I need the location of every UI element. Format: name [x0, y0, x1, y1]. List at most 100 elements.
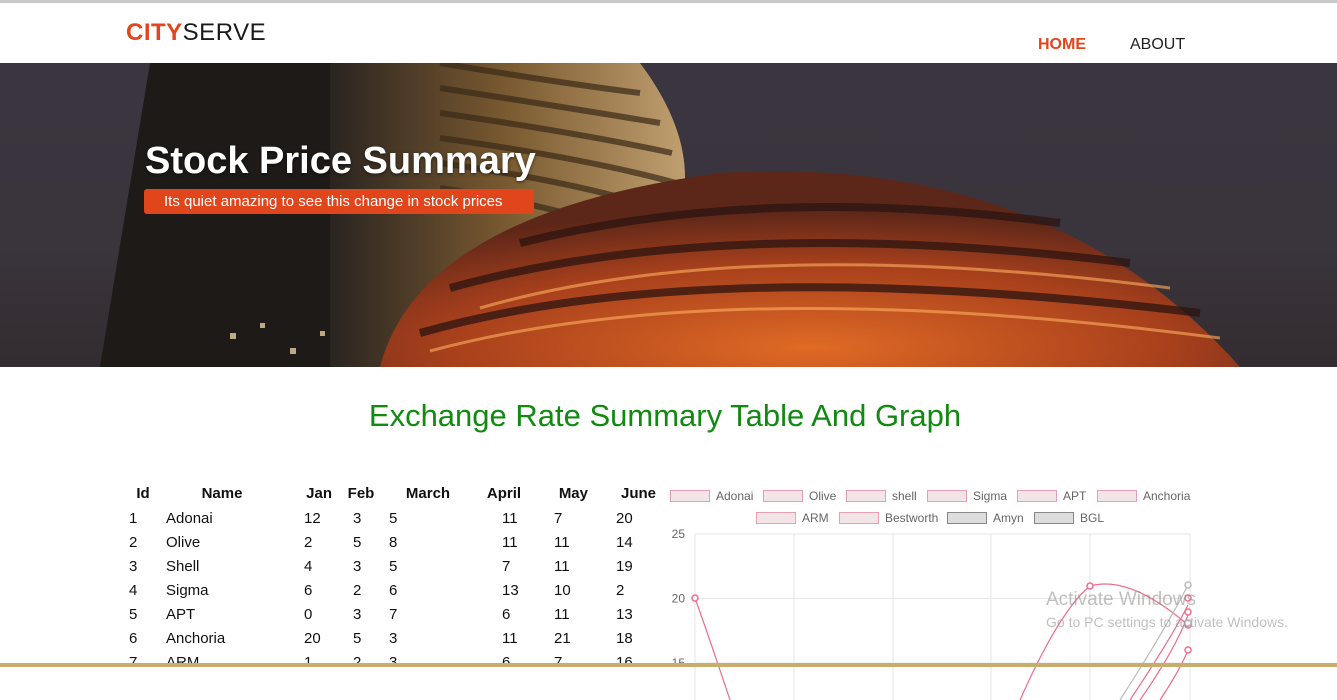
table-cell: APT [166, 605, 196, 623]
y-tick-label: 25 [672, 527, 686, 541]
table-cell: 7 [129, 653, 138, 671]
table-row: 5 APT 0 3 7 6 11 13 [120, 602, 656, 626]
table-cell: 3 [353, 605, 362, 623]
legend-item[interactable]: APT [1017, 489, 1086, 503]
table-cell: 2 [304, 533, 313, 551]
legend-item[interactable]: Olive [763, 489, 836, 503]
table-cell: 12 [304, 509, 321, 527]
table-row: 1 Adonai 12 3 5 11 7 20 [120, 506, 656, 530]
table-cell: 13 [616, 605, 633, 623]
table-cell: 4 [129, 581, 138, 599]
col-header: Name [201, 484, 243, 502]
table-cell: 7 [554, 509, 563, 527]
table-cell: 21 [554, 629, 571, 647]
table-cell: 5 [129, 605, 138, 623]
table-cell: 3 [353, 509, 362, 527]
col-header: April [486, 484, 522, 502]
table-cell: 5 [389, 557, 398, 575]
table-cell: ARM [166, 653, 200, 671]
bottom-border [0, 663, 1337, 667]
table-cell: 6 [389, 581, 398, 599]
hero-subtitle: Its quiet amazing to see this change in … [144, 189, 534, 214]
section-title: Exchange Rate Summary Table And Graph [368, 398, 962, 433]
table-cell: 6 [502, 605, 511, 623]
table-cell: 6 [304, 581, 313, 599]
table-cell: 5 [389, 509, 398, 527]
table-cell: 2 [353, 581, 362, 599]
table-cell: 7 [389, 605, 398, 623]
table-cell: 0 [304, 605, 313, 623]
table-cell: Shell [166, 557, 200, 575]
table-cell: 4 [304, 557, 313, 575]
table-cell: 16 [616, 653, 633, 671]
table-row: 7 ARM 1 2 3 6 7 16 [120, 650, 656, 674]
table-cell: 7 [502, 557, 511, 575]
legend-swatch [1097, 490, 1137, 502]
legend-item[interactable]: Anchoria [1097, 489, 1190, 503]
table-cell: 6 [502, 653, 511, 671]
legend-label: shell [892, 489, 917, 503]
col-header: June [620, 484, 656, 502]
series-line [694, 597, 731, 700]
table-cell: 11 [554, 533, 570, 551]
data-point [691, 594, 699, 602]
table-cell: 18 [616, 629, 633, 647]
stock-table: Id Name Jan Feb March April May June 1 Ad… [120, 480, 656, 674]
table-cell: 3 [389, 629, 398, 647]
table-cell: 1 [304, 653, 313, 671]
table-cell: 11 [502, 509, 518, 527]
table-cell: 3 [129, 557, 138, 575]
y-tick-label: 20 [672, 592, 686, 606]
table-cell: 6 [129, 629, 138, 647]
brand-logo-city: CITY [126, 19, 183, 46]
legend-label: Olive [809, 489, 837, 503]
table-row: 2 Olive 2 5 8 11 11 14 [120, 530, 656, 554]
data-point [1184, 581, 1192, 589]
table-cell: 10 [554, 581, 571, 599]
table-cell: Adonai [166, 509, 213, 527]
legend-swatch [1017, 490, 1057, 502]
col-header: March [405, 484, 451, 502]
legend-swatch [927, 490, 967, 502]
table-cell: 11 [502, 629, 518, 647]
data-point [1184, 646, 1192, 654]
legend-swatch [763, 490, 803, 502]
table-cell: 2 [353, 653, 362, 671]
windows-watermark-title: Activate Windows [1046, 589, 1196, 610]
table-cell: 19 [616, 557, 633, 575]
col-header: May [558, 484, 588, 502]
table-cell: 13 [502, 581, 519, 599]
nav-about-link[interactable]: ABOUT [1130, 36, 1185, 54]
table-cell: Olive [166, 533, 201, 551]
legend-item[interactable]: shell [846, 489, 917, 503]
table-row: 3 Shell 4 3 5 7 11 19 [120, 554, 656, 578]
table-cell: 11 [554, 557, 570, 575]
table-cell: 2 [616, 581, 625, 599]
legend-item[interactable]: Adonai [670, 489, 753, 503]
navbar: CITYSERVE HOME ABOUT [0, 3, 1337, 63]
table-cell: 3 [353, 557, 362, 575]
table-cell: 2 [129, 533, 138, 551]
table-cell: 5 [353, 533, 362, 551]
table-cell: 8 [389, 533, 398, 551]
table-cell: Anchoria [166, 629, 226, 647]
col-header: Jan [306, 484, 332, 502]
table-cell: 5 [353, 629, 362, 647]
hero-building-image [100, 63, 1240, 367]
table-cell: 14 [616, 533, 633, 551]
table-row: 4 Sigma 6 2 6 13 10 2 [120, 578, 656, 602]
table-cell: 11 [554, 605, 570, 623]
table-cell: 11 [502, 533, 518, 551]
legend-label: Anchoria [1143, 489, 1191, 503]
table-cell: 7 [554, 653, 563, 671]
legend-label: Adonai [716, 489, 754, 503]
hero-title: Stock Price Summary [145, 140, 536, 182]
legend-item[interactable]: Sigma [927, 489, 1007, 503]
legend-swatch [846, 490, 886, 502]
brand-logo[interactable]: CITYSERVE [126, 19, 266, 47]
table-cell: Sigma [166, 581, 209, 599]
windows-watermark-subtitle: Go to PC settings to activate Windows. [1046, 614, 1288, 630]
series-line [1159, 649, 1189, 700]
brand-logo-serve: SERVE [182, 19, 267, 46]
nav-home-link[interactable]: HOME [1038, 36, 1086, 54]
